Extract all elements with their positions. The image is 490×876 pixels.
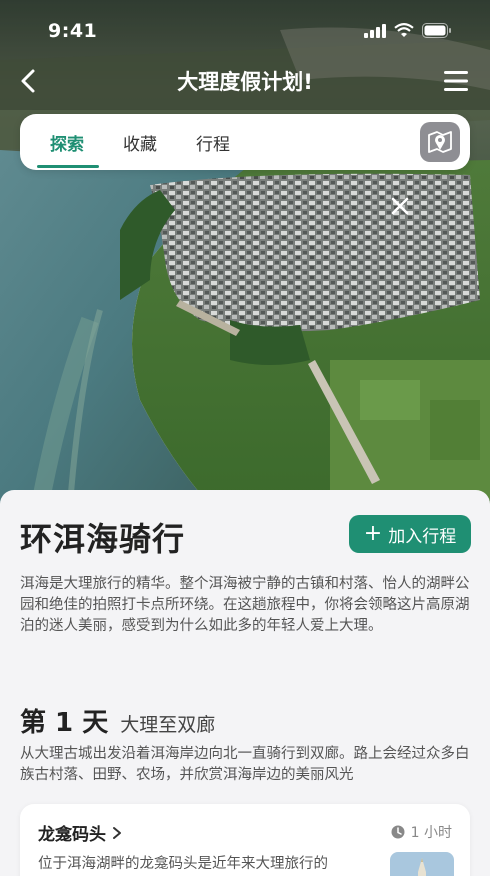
tab-explore[interactable]: 探索: [50, 130, 84, 155]
close-icon[interactable]: [386, 192, 414, 220]
map-toggle-button[interactable]: [420, 122, 460, 162]
hamburger-menu-icon[interactable]: [442, 68, 470, 94]
battery-icon: [422, 23, 451, 38]
tab-favorites[interactable]: 收藏: [123, 130, 157, 155]
status-bar: 9:41: [0, 0, 490, 54]
tab-itinerary[interactable]: 行程: [196, 130, 230, 155]
poi-description: 位于洱海湖畔的龙龛码头是近年来大理旅行的: [38, 856, 328, 872]
chevron-right-icon: [113, 826, 121, 839]
status-icons: [364, 23, 452, 38]
page-title: 大理度假计划!: [177, 70, 313, 94]
spot-intro: 洱海是大理旅行的精华。整个洱海被宁静的古镇和村落、怡人的湖畔公园和绝佳的拍照打卡…: [20, 576, 470, 634]
poi-thumbnail: [390, 852, 454, 876]
signal-icon: [364, 23, 386, 38]
top-nav: 大理度假计划!: [0, 58, 490, 104]
poi-duration: 1 小时: [391, 822, 452, 842]
add-button-label: 加入行程: [388, 526, 457, 547]
tab-bar: 探索 收藏 行程: [20, 114, 470, 170]
status-time: 9:41: [48, 20, 98, 42]
plus-icon: +: [363, 521, 383, 546]
spot-title: 环洱海骑行: [20, 520, 186, 558]
clock-icon: [391, 825, 405, 839]
wifi-icon: [394, 23, 414, 37]
poi-name: 龙龛码头: [38, 825, 106, 845]
hero-image: 9:41 大理度假计划! 探索 收藏 行程: [0, 0, 490, 505]
poi-name-link[interactable]: 龙龛码头: [38, 820, 122, 845]
active-tab-indicator: [37, 165, 99, 168]
day-description: 从大理古城出发沿着洱海岸边向北一直骑行到双廊。路上会经过众多白族古村落、田野、农…: [20, 746, 470, 783]
day-route: 大理至双廊: [120, 714, 216, 736]
map-pin-icon: [428, 131, 452, 153]
day-header: 第 1 天 大理至双廊: [20, 702, 215, 739]
day-label: 第 1 天: [20, 708, 109, 738]
add-to-itinerary-button[interactable]: + 加入行程: [349, 515, 471, 553]
poi-duration-text: 1 小时: [410, 825, 452, 841]
detail-sheet: 环洱海骑行 + 加入行程 洱海是大理旅行的精华。整个洱海被宁静的古镇和村落、怡人…: [0, 490, 490, 876]
poi-card[interactable]: 龙龛码头 1 小时 位于洱海湖畔的龙龛码头是近年来大理旅行的: [20, 804, 470, 876]
